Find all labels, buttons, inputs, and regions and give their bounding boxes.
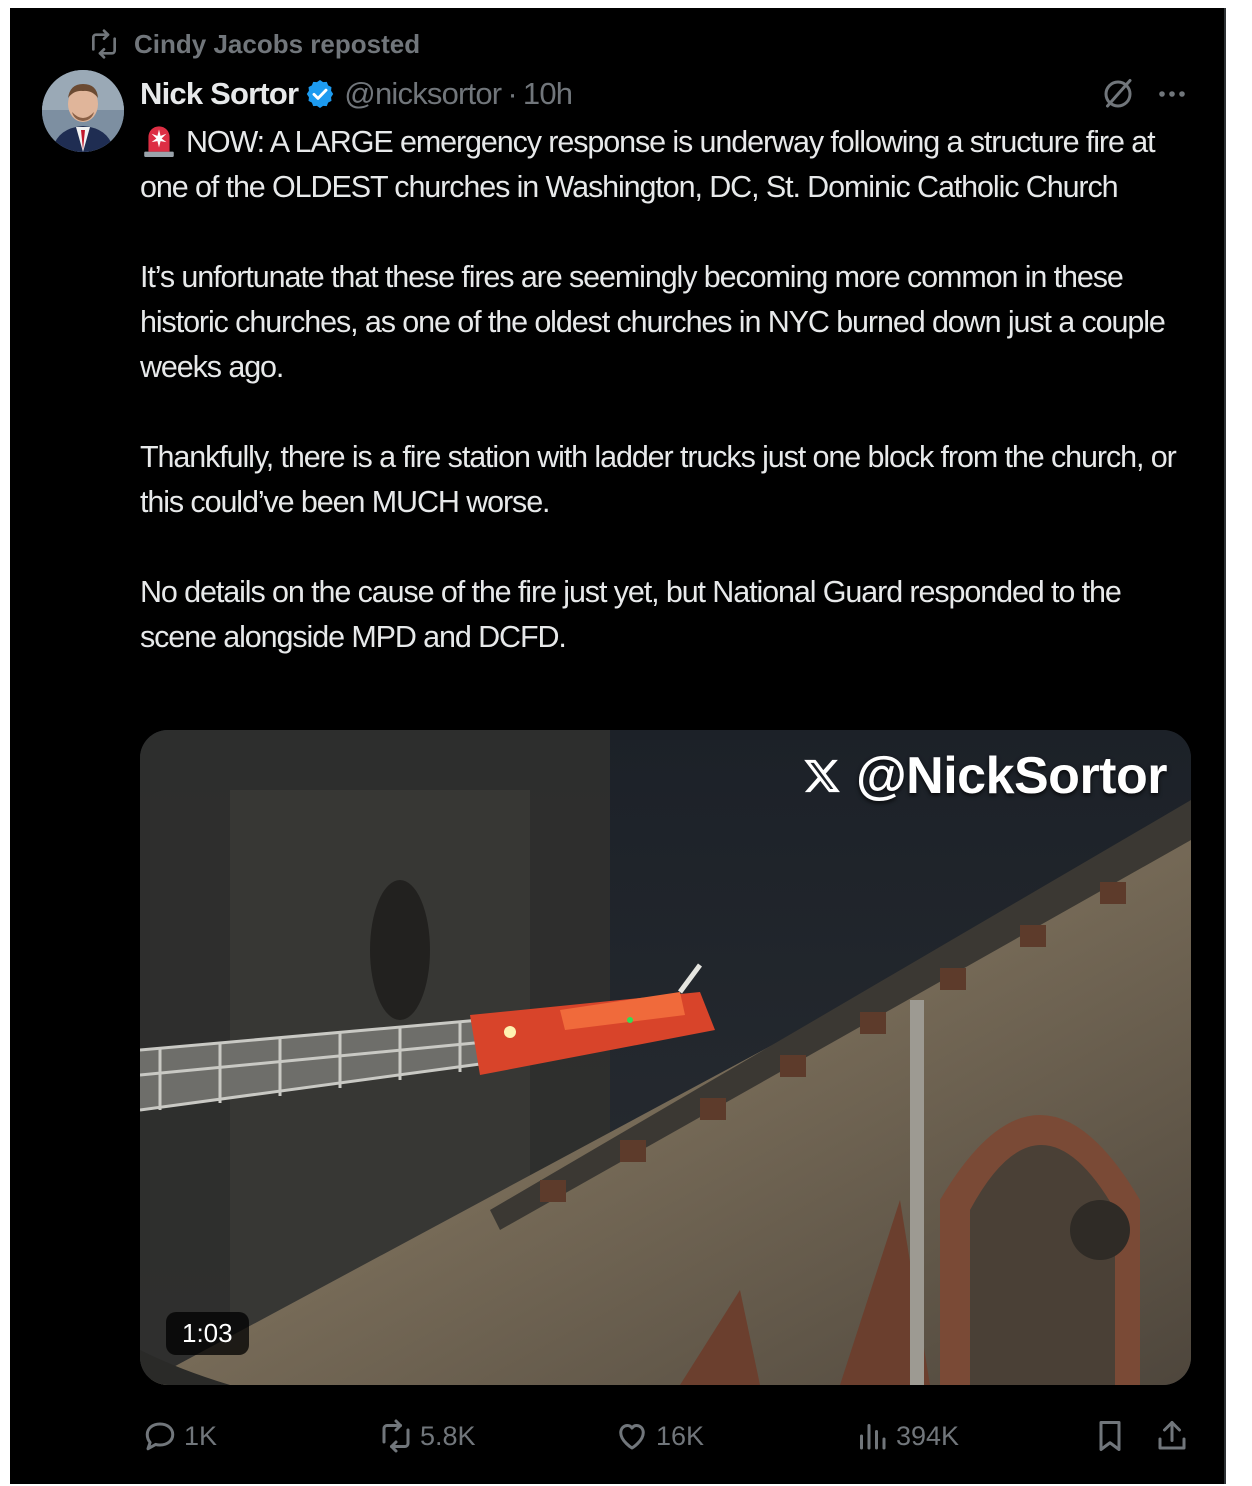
author-handle[interactable]: @nicksortor [344, 76, 502, 112]
tweet-paragraph-4: No details on the cause of the fire just… [140, 575, 1122, 654]
grok-icon[interactable] [1100, 76, 1136, 112]
tweet-paragraph-2: It’s unfortunate that these fires are se… [140, 260, 1166, 384]
like-button[interactable]: 16K [614, 1418, 704, 1454]
view-count: 394K [896, 1420, 960, 1451]
video-thumbnail [140, 730, 1191, 1385]
more-options-icon[interactable] [1154, 80, 1190, 108]
repost-icon [92, 29, 116, 59]
verified-badge-icon [307, 80, 334, 108]
repost-button[interactable]: 5.8K [378, 1418, 476, 1454]
reply-count: 1K [184, 1420, 218, 1451]
share-icon [1158, 1421, 1186, 1450]
siren-emoji-icon [144, 126, 174, 157]
reply-icon [145, 1422, 175, 1451]
x-logo-icon [804, 759, 840, 793]
analytics-icon [860, 1424, 886, 1450]
repost-icon [382, 1419, 410, 1453]
bookmark-button[interactable] [1092, 1418, 1128, 1454]
author-name[interactable]: Nick Sortor [140, 76, 299, 112]
tweet-text: NOW: A LARGE emergency response is under… [140, 120, 1200, 660]
like-count: 16K [656, 1420, 705, 1451]
repost-count: 5.8K [420, 1420, 476, 1451]
tweet-paragraph-3: Thankfully, there is a fire station with… [140, 440, 1177, 519]
share-button[interactable] [1154, 1418, 1190, 1454]
bookmark-icon [1099, 1421, 1121, 1451]
views-button[interactable]: 394K [854, 1418, 959, 1454]
video-duration-badge: 1:03 [166, 1312, 249, 1355]
tweet-paragraph-1: NOW: A LARGE emergency response is under… [140, 125, 1156, 204]
separator-dot: · [507, 76, 517, 111]
video-player[interactable]: @NickSortor 1:03 [140, 730, 1191, 1385]
post-time[interactable]: 10h [523, 76, 573, 112]
reply-button[interactable]: 1K [142, 1418, 217, 1454]
repost-context[interactable]: Cindy Jacobs reposted [88, 28, 420, 60]
avatar[interactable] [42, 70, 124, 152]
tweet-header: Nick Sortor @nicksortor · 10h [140, 72, 573, 116]
video-watermark: @NickSortor [802, 746, 1168, 806]
heart-icon [619, 1424, 645, 1450]
repost-label: Cindy Jacobs reposted [134, 28, 421, 59]
tweet-paragraph: NOW: A LARGE emergency response is under… [140, 120, 1200, 210]
column-divider [1224, 8, 1226, 1484]
watermark-handle: @NickSortor [855, 747, 1168, 805]
